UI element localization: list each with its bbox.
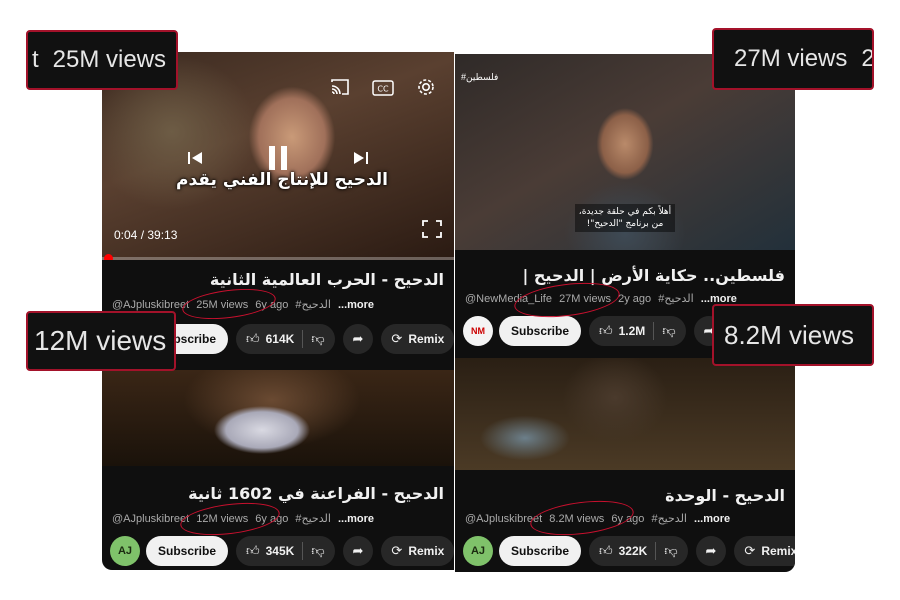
- thumbs-down-icon[interactable]: 👎︎: [311, 544, 324, 559]
- avatar[interactable]: NM: [463, 316, 493, 346]
- remix-label: Remix: [761, 544, 795, 558]
- thumbs-down-icon[interactable]: 👎︎: [662, 324, 675, 339]
- video-card-pharaohs: الدحيح - الفراعنة في 1602 ثانية @AJplusk…: [102, 370, 454, 570]
- like-count: 1.2M: [618, 324, 646, 338]
- upload-age: 2y ago: [618, 293, 652, 305]
- share-icon: ➦: [352, 331, 364, 347]
- divider: [302, 330, 304, 348]
- thumbs-down-icon[interactable]: 👎︎: [664, 544, 677, 559]
- video-thumbnail[interactable]: [102, 370, 454, 466]
- thumbs-up-icon: 👍︎: [246, 543, 260, 559]
- progress-track[interactable]: [102, 257, 454, 260]
- remix-button[interactable]: ⟳ Remix: [381, 536, 454, 566]
- divider: [653, 322, 655, 340]
- channel-handle[interactable]: @AJpluskibreet: [112, 299, 189, 311]
- remix-icon: ⟳: [391, 331, 403, 347]
- hashtag[interactable]: #الدحيح: [651, 513, 687, 525]
- callout-prefix: t: [32, 46, 39, 73]
- subscribe-button[interactable]: Subscribe: [499, 316, 582, 346]
- fullscreen-icon[interactable]: [422, 220, 442, 242]
- closed-captions-icon[interactable]: CC: [372, 80, 394, 100]
- subscribe-button[interactable]: Subscribe: [146, 536, 229, 566]
- thumbnail-hashtag: #فلسطين: [461, 72, 499, 82]
- thumbnail-caption: أهلاً بكم في حلقة جديدة، من برنامج "الدح…: [575, 204, 675, 232]
- subscribe-button[interactable]: Subscribe: [499, 536, 582, 566]
- more-link[interactable]: ...more: [338, 299, 374, 311]
- video-title[interactable]: الدحيح - الوحدة: [665, 486, 785, 505]
- action-bar: AJ Subscribe 👍︎ 322K 👎︎ ➦ ⟳ Remix: [463, 536, 795, 566]
- hashtag[interactable]: #الدحيح: [658, 293, 694, 305]
- avatar[interactable]: AJ: [463, 536, 493, 566]
- like-dislike-button[interactable]: 👍︎ 345K 👎︎: [236, 536, 335, 566]
- thumbs-up-icon: 👍︎: [599, 323, 613, 339]
- share-icon: ➦: [705, 543, 717, 559]
- channel-handle[interactable]: @AJpluskibreet: [112, 513, 189, 525]
- like-dislike-button[interactable]: 👍︎ 614K 👎︎: [236, 324, 335, 354]
- cast-icon[interactable]: [330, 78, 350, 100]
- caption-line: من برنامج "الدحيح"!: [586, 219, 664, 229]
- video-thumbnail[interactable]: [455, 358, 795, 470]
- callout-text: 8.2M views: [724, 319, 855, 350]
- share-icon: ➦: [352, 543, 364, 559]
- callout-text: 12M views: [34, 325, 167, 356]
- thumbs-down-icon[interactable]: 👎︎: [311, 332, 324, 347]
- view-count-callout: 8.2M views: [712, 304, 874, 366]
- thumbs-up-icon: 👍︎: [246, 331, 260, 347]
- view-count-callout: t 25M views: [26, 30, 178, 90]
- thumbs-up-icon: 👍︎: [599, 543, 613, 559]
- progress-scrubber[interactable]: [104, 254, 113, 260]
- skip-previous-icon[interactable]: [186, 150, 204, 170]
- callout-text: 25M views: [52, 46, 167, 73]
- remix-button[interactable]: ⟳ Remix: [734, 536, 795, 566]
- remix-icon: ⟳: [391, 543, 403, 559]
- callout-text: 27M views: [734, 45, 848, 72]
- remix-button[interactable]: ⟳ Remix: [381, 324, 454, 354]
- video-title[interactable]: الدحيح - الفراعنة في 1602 ثانية: [188, 484, 444, 503]
- remix-icon: ⟳: [744, 543, 756, 559]
- more-link[interactable]: ...more: [338, 513, 374, 525]
- callout-suffix: 2: [861, 45, 874, 72]
- avatar[interactable]: AJ: [110, 536, 140, 566]
- share-button[interactable]: ➦: [342, 324, 374, 354]
- video-card-loneliness: الدحيح - الوحدة @AJpluskibreet 8.2M view…: [455, 358, 795, 572]
- divider: [302, 542, 304, 560]
- caption-line: أهلاً بكم في حلقة جديدة،: [578, 207, 672, 217]
- action-bar: AJ Subscribe 👍︎ 345K 👎︎ ➦ ⟳ Remix: [110, 536, 454, 566]
- like-count: 345K: [265, 544, 295, 558]
- view-count-callout: 27M views 2: [712, 28, 874, 90]
- remix-label: Remix: [408, 332, 445, 346]
- action-bar: NM Subscribe 👍︎ 1.2M 👎︎ ➦: [463, 316, 732, 346]
- share-button[interactable]: ➦: [342, 536, 374, 566]
- playback-time: 0:04 / 39:13: [114, 228, 178, 242]
- share-button[interactable]: ➦: [695, 536, 727, 566]
- more-link[interactable]: ...more: [694, 513, 730, 525]
- hashtag[interactable]: #الدحيح: [295, 299, 331, 311]
- like-dislike-button[interactable]: 👍︎ 322K 👎︎: [589, 536, 688, 566]
- svg-text:CC: CC: [377, 85, 389, 94]
- remix-label: Remix: [408, 544, 445, 558]
- like-count: 614K: [265, 332, 295, 346]
- video-title[interactable]: فلسطين.. حكاية الأرض | الدحيح |: [522, 266, 785, 285]
- thumbnail-overlay-title: الدحيح للإنتاج الفني يقدم: [176, 170, 388, 190]
- divider: [655, 542, 657, 560]
- like-dislike-button[interactable]: 👍︎ 1.2M 👎︎: [589, 316, 686, 346]
- video-title[interactable]: الدحيح - الحرب العالمية الثانية: [210, 270, 444, 289]
- like-count: 322K: [618, 544, 648, 558]
- hashtag[interactable]: #الدحيح: [295, 513, 331, 525]
- gear-icon[interactable]: [416, 77, 436, 101]
- skip-next-icon[interactable]: [352, 150, 370, 170]
- view-count-callout: 12M views: [26, 311, 176, 371]
